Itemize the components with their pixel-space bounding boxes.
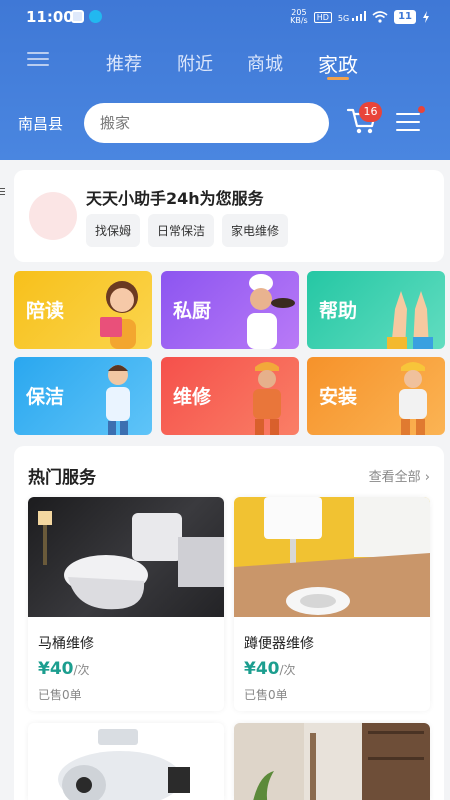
status-indicators: 205 KB/s HD 5G 11 — [290, 9, 430, 25]
squat-toilet-image — [234, 497, 430, 617]
hot-services-section: 热门服务 查看全部 › 马桶维修 ¥40/次 已售0单 蹲便器维修 ¥40/次 … — [14, 446, 444, 800]
top-nav: 推荐 附近 商城 家政 — [0, 40, 450, 84]
active-tab-indicator — [327, 77, 349, 80]
category-label: 帮助 — [319, 300, 358, 322]
service-card-squat-toilet-repair[interactable]: 蹲便器维修 ¥40/次 已售0单 — [234, 497, 430, 711]
cleaner-icon — [106, 365, 130, 435]
category-private-chef[interactable]: 私厨 — [161, 271, 299, 349]
wifi-icon — [372, 11, 388, 23]
header: 11:00 205KB/s HD 5G 11 推荐 附近 商城 家政 南昌县 — [0, 0, 450, 160]
hamburger-menu-icon[interactable] — [27, 52, 49, 70]
battery-icon: 11 — [394, 10, 416, 24]
category-cleaning[interactable]: 保洁 — [14, 357, 152, 435]
repairman-icon — [253, 362, 281, 435]
category-installation[interactable]: 安装 — [307, 357, 445, 435]
toilet-image — [28, 497, 224, 617]
service-card-pump[interactable] — [28, 723, 224, 800]
chip-find-nanny[interactable]: 找保姆 — [86, 214, 141, 247]
assistant-card[interactable]: 天天小助手24h为您服务 找保姆 日常保洁 家电维修 — [14, 170, 444, 262]
status-bar: 11:00 205 KB/s HD 5G 11 — [0, 0, 450, 36]
tab-mall[interactable]: 商城 — [247, 50, 283, 76]
search-input[interactable] — [84, 103, 329, 143]
girl-reading-icon — [100, 281, 138, 349]
cart-badge: 16 — [359, 102, 382, 122]
category-repair[interactable]: 维修 — [161, 357, 299, 435]
city-selector[interactable]: 南昌县 — [18, 113, 63, 134]
chef-icon — [247, 274, 295, 349]
category-label: 维修 — [173, 386, 212, 408]
water-pump-image — [28, 723, 224, 800]
status-time: 11:00 — [26, 8, 74, 26]
installer-icon — [399, 362, 427, 435]
list-menu-icon[interactable] — [395, 110, 421, 134]
app-notification-icon — [89, 10, 102, 23]
signal-icon: 5G — [338, 10, 367, 24]
service-price: ¥40/次 — [38, 659, 90, 679]
service-sold-count: 已售0单 — [244, 688, 288, 702]
assistant-chips: 找保姆 日常保洁 家电维修 — [86, 214, 289, 247]
shelving-image — [234, 723, 430, 800]
edge-handle — [0, 188, 5, 198]
service-name: 马桶维修 — [38, 636, 94, 652]
category-label: 陪读 — [26, 300, 65, 322]
category-label: 保洁 — [26, 386, 65, 408]
gallery-notification-icon — [71, 10, 84, 23]
charging-icon — [423, 11, 429, 23]
location-search-row: 南昌县 16 — [0, 100, 450, 146]
section-title: 热门服务 — [28, 468, 96, 488]
category-label: 安装 — [319, 386, 358, 408]
chip-daily-cleaning[interactable]: 日常保洁 — [148, 214, 215, 247]
service-card-toilet-repair[interactable]: 马桶维修 ¥40/次 已售0单 — [28, 497, 224, 711]
hd-icon: HD — [313, 11, 332, 23]
category-label: 私厨 — [173, 300, 212, 322]
tab-recommend[interactable]: 推荐 — [106, 50, 142, 76]
search-box[interactable] — [84, 103, 329, 143]
see-all-link[interactable]: 查看全部 › — [369, 466, 430, 485]
service-card-shelving[interactable] — [234, 723, 430, 800]
service-price: ¥40/次 — [244, 659, 296, 679]
tab-nearby[interactable]: 附近 — [177, 50, 213, 76]
tab-housekeeping[interactable]: 家政 — [318, 49, 358, 78]
assistant-title: 天天小助手24h为您服务 — [86, 189, 264, 208]
category-tutoring[interactable]: 陪读 — [14, 271, 152, 349]
service-name: 蹲便器维修 — [244, 636, 314, 652]
service-sold-count: 已售0单 — [38, 688, 82, 702]
high-five-hands-icon — [387, 291, 433, 349]
category-help[interactable]: 帮助 — [307, 271, 445, 349]
notification-dot — [418, 106, 425, 113]
chip-appliance-repair[interactable]: 家电维修 — [222, 214, 289, 247]
assistant-avatar — [29, 192, 77, 240]
network-speed: 205 KB/s — [290, 8, 308, 25]
